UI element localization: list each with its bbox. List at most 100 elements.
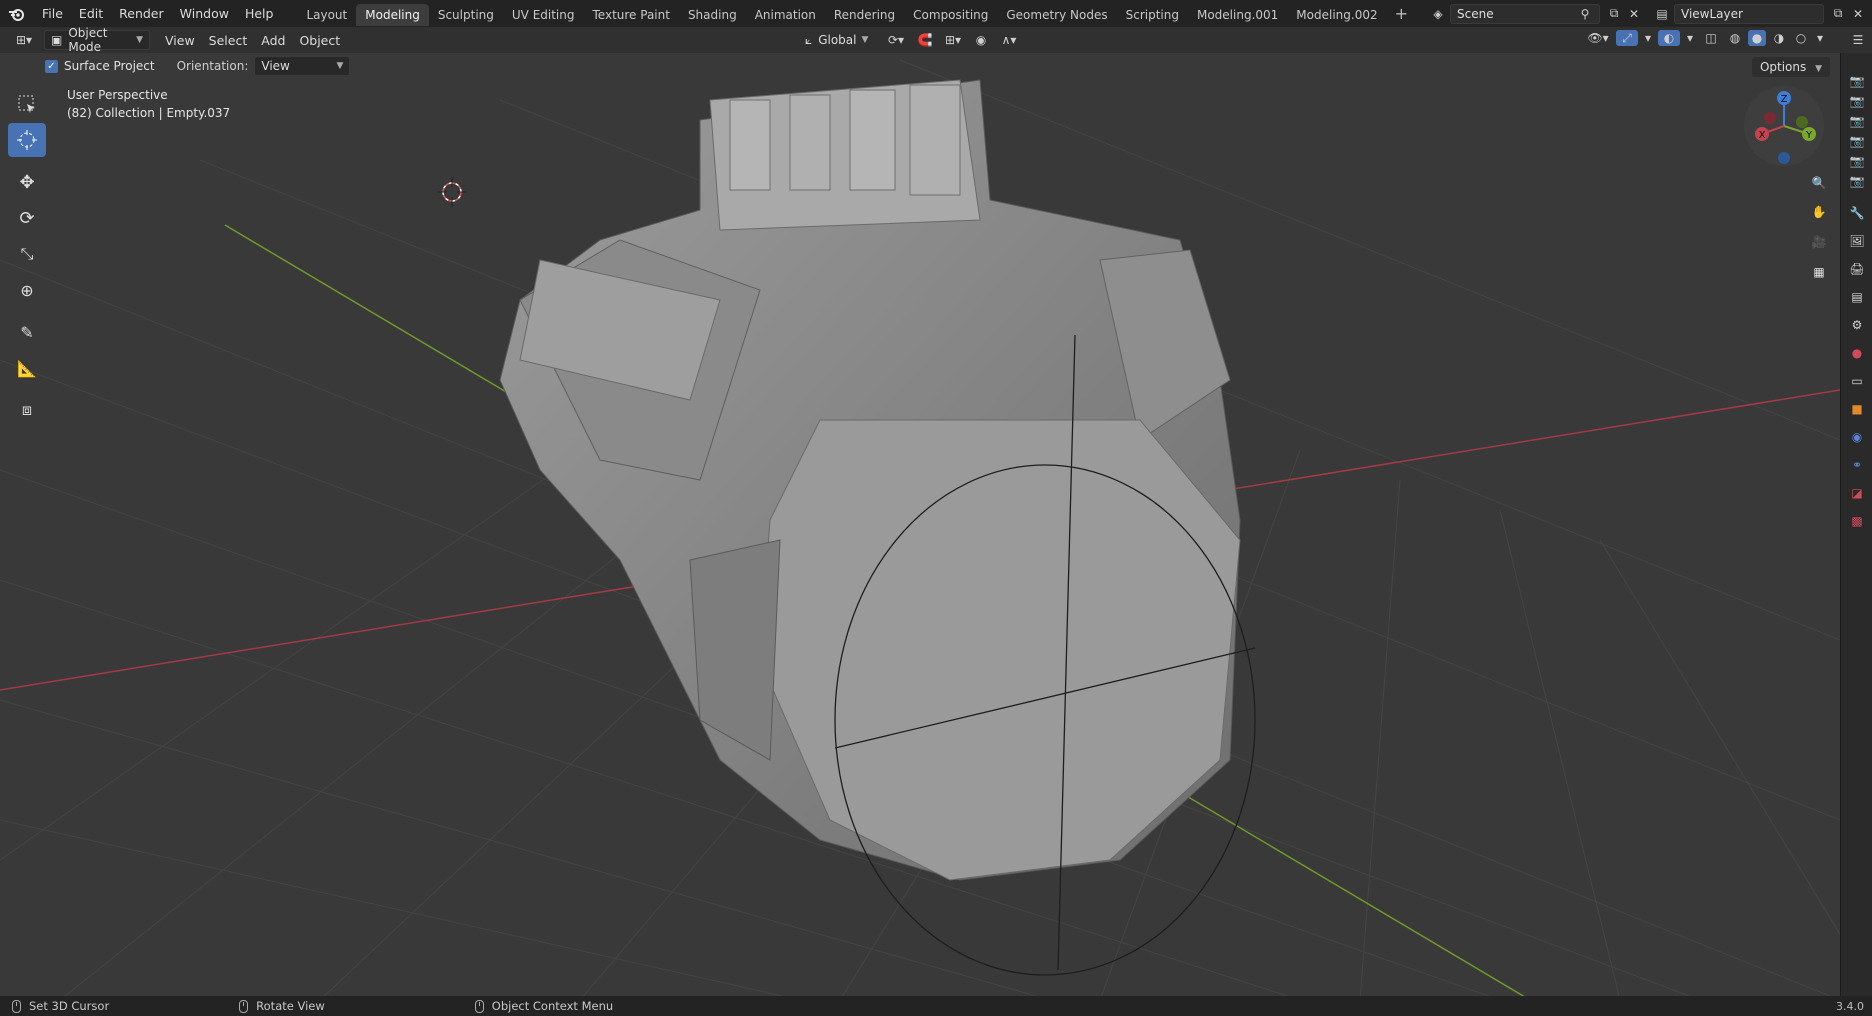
render-camera-icon[interactable]: 📷 xyxy=(1841,131,1872,151)
mouse-left-icon xyxy=(12,999,21,1013)
new-view-layer-icon[interactable]: ⧉ xyxy=(1830,6,1846,22)
tool-properties-icon[interactable]: 🔧 xyxy=(1841,199,1872,227)
proportional-edit-icon[interactable]: ◉ xyxy=(972,32,990,48)
annotate-tool[interactable]: ✎ xyxy=(8,315,46,349)
render-camera-icon[interactable]: 📷 xyxy=(1841,91,1872,111)
render-properties-icon[interactable]: 🖼 xyxy=(1841,227,1872,255)
gizmo-z-label: Z xyxy=(1781,94,1788,105)
tab-compositing[interactable]: Compositing xyxy=(904,4,997,26)
xray-icon[interactable]: ◫ xyxy=(1700,30,1722,46)
render-camera-icon[interactable]: 📷 xyxy=(1841,151,1872,171)
zoom-icon[interactable]: 🔍 xyxy=(1806,170,1832,196)
view-layer-icon[interactable]: ▤ xyxy=(1654,6,1670,22)
solid-shading-icon[interactable]: ● xyxy=(1748,30,1766,46)
wireframe-shading-icon[interactable]: ◍ xyxy=(1726,30,1744,46)
3d-viewport[interactable] xyxy=(0,53,1840,996)
orientation-value: View xyxy=(261,59,290,73)
gizmo-x-label: X xyxy=(1759,130,1766,141)
menu-window[interactable]: Window xyxy=(172,0,237,27)
rendered-shading-icon[interactable]: ○ xyxy=(1792,30,1810,46)
surface-project-label: Surface Project xyxy=(64,59,155,73)
measure-tool[interactable]: 📐 xyxy=(8,351,46,385)
gizmo-dropdown-icon[interactable]: ▾ xyxy=(1642,30,1654,46)
texture-properties-icon[interactable]: ▩ xyxy=(1841,507,1872,535)
view-layer-properties-icon[interactable]: ▤ xyxy=(1841,283,1872,311)
perspective-grid-icon[interactable]: ▦ xyxy=(1806,259,1832,285)
overlay-toggle-icon[interactable]: ◐ xyxy=(1658,30,1680,46)
tab-texture-paint[interactable]: Texture Paint xyxy=(584,4,679,26)
visibility-icon[interactable]: 👁▾ xyxy=(1584,30,1612,46)
world-properties-icon[interactable]: ● xyxy=(1841,339,1872,367)
navigation-gizmo[interactable]: Z Y X xyxy=(1740,82,1830,172)
render-camera-icon[interactable]: 📷 xyxy=(1841,111,1872,131)
add-cube-icon: ⧈ xyxy=(21,400,33,419)
menu-view[interactable]: View xyxy=(158,33,202,48)
modifier-properties-icon[interactable]: ◉ xyxy=(1841,423,1872,451)
overlay-dropdown-icon[interactable]: ▾ xyxy=(1684,30,1696,46)
menu-file[interactable]: File xyxy=(34,0,71,27)
blender-logo-icon[interactable] xyxy=(0,0,34,27)
scale-tool[interactable]: ⤡ xyxy=(8,237,46,271)
surface-project-checkbox[interactable]: ✓ xyxy=(45,59,58,73)
data-properties-icon[interactable]: ◪ xyxy=(1841,479,1872,507)
version-label: 3.4.0 xyxy=(1836,999,1864,1013)
tab-rendering[interactable]: Rendering xyxy=(825,4,904,26)
menu-object[interactable]: Object xyxy=(292,33,347,48)
transform-tool[interactable]: ⊕ xyxy=(8,273,46,307)
transform-controls: ⟀ Global ▼ ⟳▾ 🧲 ⊞▾ ◉ ∧▾ xyxy=(798,30,1022,50)
pin-icon[interactable]: ⚲ xyxy=(1577,6,1593,22)
mode-label: Object Mode xyxy=(68,26,108,54)
cursor-tool[interactable] xyxy=(8,123,46,157)
editor-type-icon[interactable]: ⊞▾ xyxy=(10,32,38,48)
pan-hand-icon[interactable]: ✋ xyxy=(1806,199,1832,225)
tab-shading[interactable]: Shading xyxy=(679,4,746,26)
tab-scripting[interactable]: Scripting xyxy=(1117,4,1188,26)
add-cube-tool[interactable]: ⧈ xyxy=(8,393,46,427)
menu-add[interactable]: Add xyxy=(254,33,292,48)
render-camera-icon[interactable]: 📷 xyxy=(1841,71,1872,91)
orientation-dropdown[interactable]: View ▼ xyxy=(254,56,351,76)
camera-view-icon[interactable]: 🎥 xyxy=(1806,229,1832,255)
viewport-display-controls: 👁▾ ⤢ ▾ ◐ ▾ ◫ ◍ ● ◑ ○ ▾ xyxy=(1584,30,1826,46)
collection-properties-icon[interactable]: ▭ xyxy=(1841,367,1872,395)
tab-modeling-001[interactable]: Modeling.001 xyxy=(1188,4,1287,26)
new-scene-icon[interactable]: ⧉ xyxy=(1606,6,1622,22)
tab-modeling-002[interactable]: Modeling.002 xyxy=(1287,4,1386,26)
scene-type-icon[interactable]: ◈ xyxy=(1430,6,1446,22)
falloff-icon[interactable]: ∧▾ xyxy=(996,32,1022,48)
scene-properties-icon[interactable]: ⚙ xyxy=(1841,311,1872,339)
view-layer-selector[interactable]: ViewLayer xyxy=(1674,3,1824,24)
add-workspace-button[interactable]: + xyxy=(1387,4,1416,23)
shading-dropdown-icon[interactable]: ▾ xyxy=(1814,30,1826,46)
snap-icon[interactable]: 🧲 xyxy=(916,32,934,48)
render-camera-icon[interactable]: 📷 xyxy=(1841,171,1872,191)
gizmo-toggle-icon[interactable]: ⤢ xyxy=(1616,30,1638,46)
menu-render[interactable]: Render xyxy=(111,0,172,27)
sidebar-toggle-icon[interactable]: ☰ xyxy=(1850,32,1866,48)
transform-orientation-dropdown[interactable]: ⟀ Global ▼ xyxy=(798,30,876,50)
move-tool[interactable]: ✥ xyxy=(8,165,46,199)
collection-info: (82) Collection | Empty.037 xyxy=(67,106,231,120)
tab-animation[interactable]: Animation xyxy=(746,4,825,26)
snap-target-icon[interactable]: ⊞▾ xyxy=(940,32,966,48)
tab-modeling[interactable]: Modeling xyxy=(356,4,429,26)
tab-uv-editing[interactable]: UV Editing xyxy=(503,4,584,26)
object-properties-icon[interactable]: ■ xyxy=(1841,395,1872,423)
rotate-tool[interactable]: ⟳ xyxy=(8,201,46,235)
material-shading-icon[interactable]: ◑ xyxy=(1770,30,1788,46)
tab-layout[interactable]: Layout xyxy=(297,4,356,26)
select-box-tool[interactable] xyxy=(8,87,46,121)
constraint-properties-icon[interactable]: ⚭ xyxy=(1841,451,1872,479)
output-properties-icon[interactable]: 🖨 xyxy=(1841,255,1872,283)
menu-help[interactable]: Help xyxy=(237,0,282,27)
tab-geometry-nodes[interactable]: Geometry Nodes xyxy=(997,4,1116,26)
scene-selector[interactable]: Scene ⚲ xyxy=(1450,3,1600,24)
pivot-point-icon[interactable]: ⟳▾ xyxy=(882,32,910,48)
delete-scene-icon[interactable]: ✕ xyxy=(1626,6,1642,22)
delete-view-layer-icon[interactable]: ✕ xyxy=(1850,6,1866,22)
menu-edit[interactable]: Edit xyxy=(71,0,111,27)
mode-dropdown[interactable]: ▣ Object Mode ▼ xyxy=(44,26,150,54)
menu-select[interactable]: Select xyxy=(202,33,255,48)
tab-sculpting[interactable]: Sculpting xyxy=(429,4,503,26)
options-button[interactable]: Options ▼ xyxy=(1751,57,1830,77)
